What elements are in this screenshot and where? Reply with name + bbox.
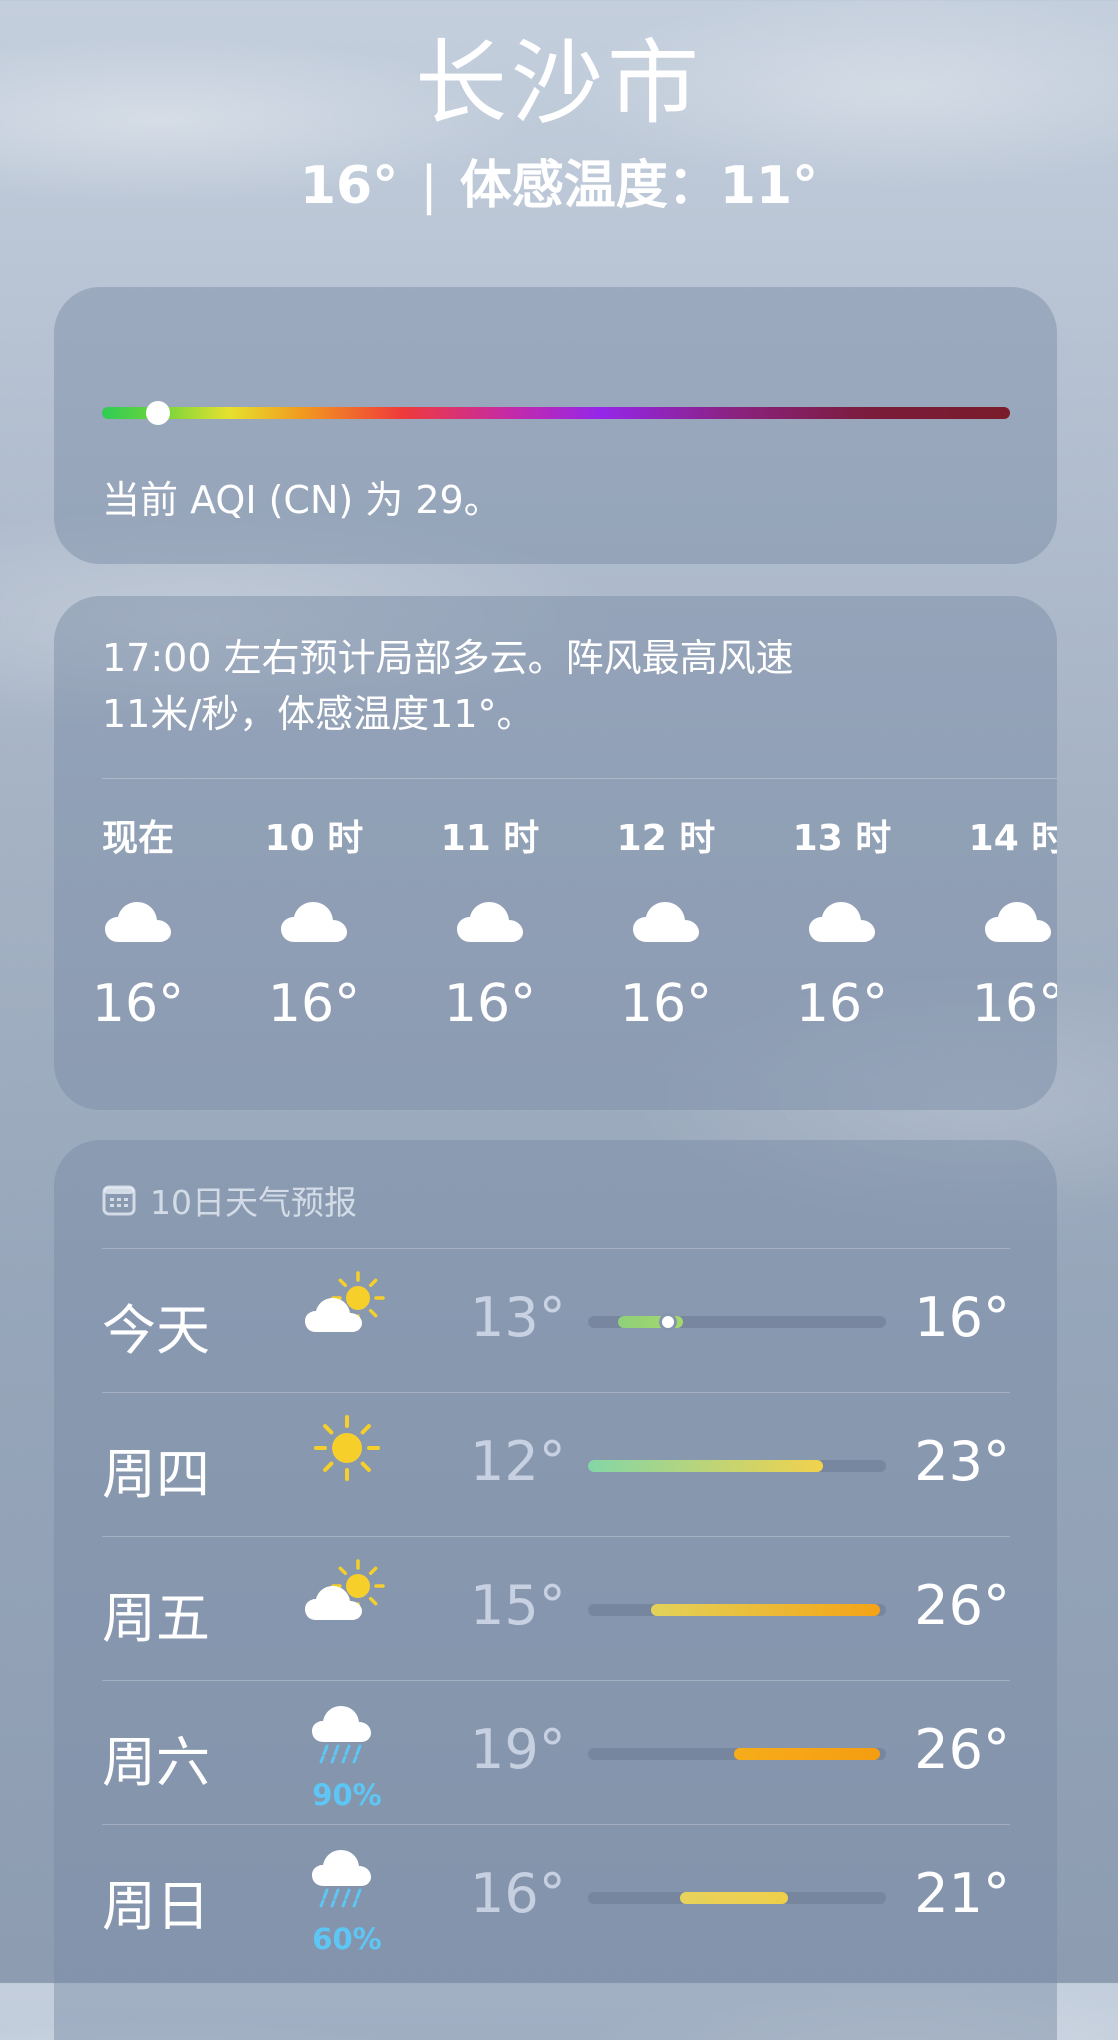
hourly-item: 11 时 16° <box>430 814 550 1034</box>
partly-sunny-icon <box>305 1559 385 1620</box>
divider <box>102 1536 1010 1537</box>
hour-label: 14 时 <box>968 818 1057 859</box>
ten-day-forecast-card[interactable]: 10日天气预报 今天 13° 16° 周四 12° 23° 周五 15° 26° 周六 90% 19°… <box>54 1140 1057 2040</box>
temp-range-track <box>588 1604 886 1616</box>
cloud-icon <box>633 902 699 942</box>
hourly-item: 13 时 16° <box>782 814 902 1034</box>
cloud-icon <box>809 902 875 942</box>
day-label: 周六 <box>102 1731 210 1794</box>
divider <box>102 1680 1010 1681</box>
hour-label: 13 时 <box>792 818 892 859</box>
hour-temp: 16° <box>91 974 185 1034</box>
hour-label: 10 时 <box>264 818 364 859</box>
precip-chance: 60% <box>312 1922 382 1956</box>
high-temp: 23° <box>914 1430 1010 1493</box>
separator: | <box>420 156 438 216</box>
ten-day-title: 10日天气预报 <box>102 1176 357 1224</box>
precip-chance: 90% <box>312 1778 382 1812</box>
calendar-icon <box>102 1185 136 1216</box>
divider <box>102 1248 1010 1249</box>
temp-range-fill <box>734 1748 881 1760</box>
day-icon-wrap: 90% <box>302 1702 392 1812</box>
hourly-item: 12 时 16° <box>606 814 726 1034</box>
daily-row[interactable]: 周日 60% 16° 21° <box>102 1824 1010 1968</box>
temp-range-track <box>588 1748 886 1760</box>
temp-range-track <box>588 1460 886 1472</box>
current-temp: 16° <box>299 156 399 216</box>
feels-like: 体感温度：11° <box>459 156 819 216</box>
high-temp: 16° <box>914 1286 1010 1349</box>
temp-range-track <box>588 1313 886 1331</box>
hourly-forecast-card[interactable]: 17:00 左右预计局部多云。阵风最高风速 11米/秒，体感温度11°。 现在 1… <box>54 596 1057 1110</box>
current-conditions: 16° | 体感温度：11° <box>0 160 1118 212</box>
hour-temp: 16° <box>443 974 537 1034</box>
sun-icon <box>314 1415 380 1481</box>
high-temp: 26° <box>914 1574 1010 1637</box>
summary-line: 11米/秒，体感温度11°。 <box>102 692 535 736</box>
cloud-icon <box>281 902 347 942</box>
day-label: 今天 <box>102 1299 210 1362</box>
high-temp: 26° <box>914 1718 1010 1781</box>
daily-row[interactable]: 周四 12° 23° <box>102 1392 1010 1536</box>
hour-icon-wrap <box>279 898 349 944</box>
aqi-text: 当前 AQI (CN) 为 29。 <box>102 478 502 522</box>
hourly-item: 10 时 16° <box>254 814 374 1034</box>
hour-icon-wrap <box>983 898 1053 944</box>
summary-line: 17:00 左右预计局部多云。阵风最高风速 <box>102 636 794 680</box>
hour-icon-wrap <box>103 898 173 944</box>
hourly-item: 14 时 16° <box>958 814 1057 1034</box>
hour-label: 12 时 <box>616 818 716 859</box>
hour-label: 现在 <box>101 818 174 859</box>
temp-range-track <box>588 1892 886 1904</box>
low-temp: 12° <box>470 1430 566 1493</box>
weather-summary: 17:00 左右预计局部多云。阵风最高风速 11米/秒，体感温度11°。 <box>102 630 1002 742</box>
hour-temp: 16° <box>971 974 1057 1034</box>
aqi-scale-bar <box>102 407 1010 419</box>
high-temp: 21° <box>914 1862 1010 1925</box>
low-temp: 13° <box>470 1286 566 1349</box>
low-temp: 16° <box>470 1862 566 1925</box>
rain-icon <box>312 1850 371 1908</box>
low-temp: 19° <box>470 1718 566 1781</box>
day-icon-wrap: 60% <box>302 1846 392 1956</box>
hour-temp: 16° <box>619 974 713 1034</box>
divider <box>102 1824 1010 1825</box>
day-icon-wrap <box>302 1270 392 1370</box>
day-label: 周五 <box>102 1587 210 1650</box>
hour-label: 11 时 <box>440 818 540 859</box>
temp-range-fill <box>588 1460 824 1472</box>
daily-row[interactable]: 周六 90% 19° 26° <box>102 1680 1010 1824</box>
low-temp: 15° <box>470 1574 566 1637</box>
hour-temp: 16° <box>795 974 889 1034</box>
divider <box>102 778 1057 779</box>
hour-icon-wrap <box>455 898 525 944</box>
hour-icon-wrap <box>807 898 877 944</box>
cloud-icon <box>457 902 523 942</box>
hour-temp: 16° <box>267 974 361 1034</box>
day-icon-wrap <box>302 1558 392 1658</box>
current-temp-marker <box>659 1313 678 1331</box>
aqi-card[interactable]: 当前 AQI (CN) 为 29。 <box>54 287 1057 564</box>
aqi-indicator <box>146 401 171 425</box>
partly-sunny-icon <box>305 1271 385 1332</box>
cloud-icon <box>985 902 1051 942</box>
divider <box>102 1392 1010 1393</box>
temp-range-fill <box>680 1892 788 1904</box>
day-icon-wrap <box>302 1414 392 1514</box>
cloud-icon <box>105 902 171 942</box>
temp-range-fill <box>650 1604 881 1616</box>
ten-day-title-label: 10日天气预报 <box>150 1183 357 1222</box>
daily-row[interactable]: 周五 15° 26° <box>102 1536 1010 1680</box>
hourly-item: 现在 16° <box>78 814 198 1034</box>
day-label: 周四 <box>102 1443 210 1506</box>
rain-icon <box>312 1706 371 1764</box>
city-name: 长沙市 <box>414 30 703 137</box>
hour-icon-wrap <box>631 898 701 944</box>
daily-row[interactable]: 今天 13° 16° <box>102 1248 1010 1392</box>
day-label: 周日 <box>102 1875 210 1938</box>
